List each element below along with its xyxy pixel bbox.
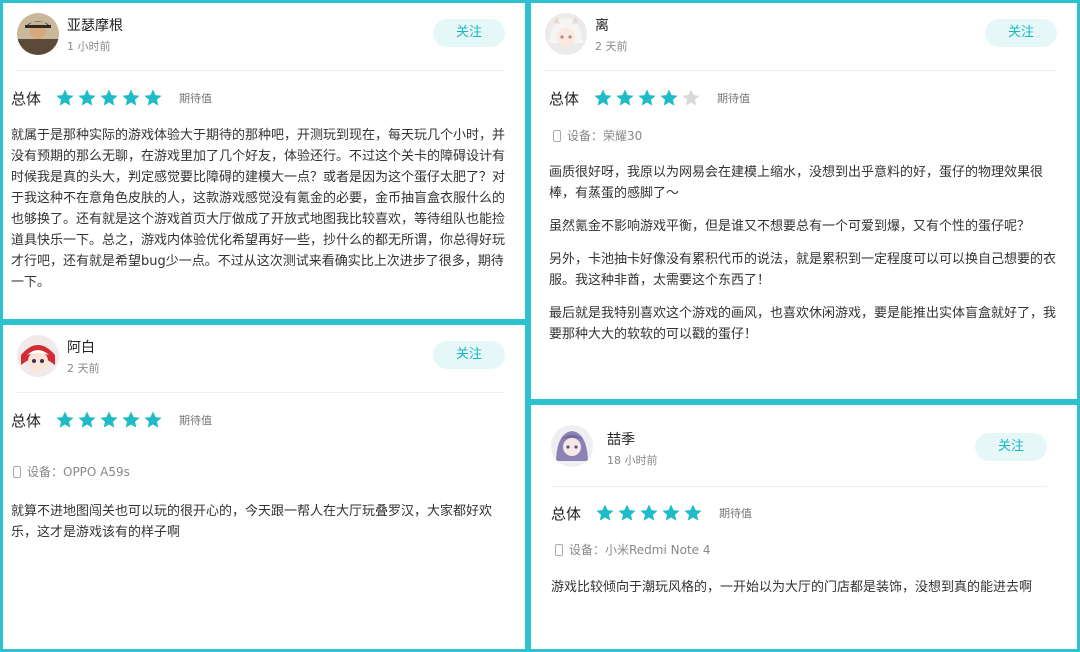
- avatar[interactable]: [17, 335, 59, 377]
- expectation-label: 期待值: [717, 92, 750, 105]
- review-paragraph: 虽然氪金不影响游戏平衡，但是谁又不想要总有一个可爱到爆，又有个性的蛋仔呢？: [549, 219, 1031, 234]
- star-filled-icon: [99, 410, 119, 430]
- rating-row: 总体 期待值: [11, 87, 212, 109]
- review-card: 亚瑟摩根 1 小时前 关注 总体 期待值 就属于是那种实际的游戏体验大于期待的那…: [3, 3, 525, 319]
- rating-label: 总体: [11, 89, 42, 108]
- star-rating: [55, 410, 165, 430]
- device-label: 设备：OPPO A59s: [27, 465, 130, 479]
- post-time: 2 天前: [595, 40, 628, 53]
- username[interactable]: 离: [595, 15, 609, 35]
- avatar[interactable]: [17, 13, 59, 55]
- divider: [543, 70, 1057, 71]
- star-filled-icon: [661, 503, 681, 523]
- star-filled-icon: [77, 410, 97, 430]
- star-filled-icon: [143, 88, 163, 108]
- rating-row: 总体 期待值: [551, 502, 752, 524]
- star-filled-icon: [659, 88, 679, 108]
- review-paragraph: 就属于是那种实际的游戏体验大于期待的那种吧，开测玩到现在，每天玩几个小时，并没有…: [11, 128, 506, 290]
- username[interactable]: 亚瑟摩根: [67, 15, 123, 35]
- device-label: 设备：荣耀30: [567, 129, 643, 143]
- follow-button[interactable]: 关注: [433, 341, 505, 369]
- phone-icon: [555, 543, 563, 556]
- review-paragraph: 游戏比较倾向于潮玩风格的，一开始以为大厅的门店都是装饰，没想到真的能进去啊: [551, 580, 1033, 595]
- rating-label: 总体: [551, 504, 582, 523]
- rating-row: 总体 期待值: [11, 409, 212, 431]
- post-time: 2 天前: [67, 362, 100, 375]
- review-paragraph: 就算不进地图闯关也可以玩的很开心的，今天跟一帮人在大厅玩叠罗汉，大家都好欢乐，这…: [11, 504, 493, 540]
- star-filled-icon: [121, 410, 141, 430]
- review-header: 亚瑟摩根 1 小时前 关注: [3, 3, 525, 71]
- star-filled-icon: [121, 88, 141, 108]
- divider: [551, 486, 1047, 487]
- star-filled-icon: [639, 503, 659, 523]
- star-empty-icon: [681, 88, 701, 108]
- review-text: 就算不进地图闯关也可以玩的很开心的，今天跟一帮人在大厅玩叠罗汉，大家都好欢乐，这…: [11, 501, 511, 555]
- star-filled-icon: [615, 88, 635, 108]
- expectation-label: 期待值: [179, 414, 212, 427]
- expectation-label: 期待值: [719, 507, 752, 520]
- avatar[interactable]: [551, 425, 593, 467]
- star-filled-icon: [593, 88, 613, 108]
- expectation-label: 期待值: [179, 92, 212, 105]
- avatar[interactable]: [545, 13, 587, 55]
- review-text: 游戏比较倾向于潮玩风格的，一开始以为大厅的门店都是装饰，没想到真的能进去啊: [551, 577, 1051, 610]
- follow-button[interactable]: 关注: [985, 19, 1057, 47]
- username[interactable]: 喆季: [607, 429, 635, 449]
- rating-row: 总体 期待值: [549, 87, 750, 109]
- review-text: 画质很好呀，我原以为网易会在建模上缩水，没想到出乎意料的好，蛋仔的物理效果很棒，…: [549, 162, 1063, 357]
- star-rating: [595, 503, 705, 523]
- phone-icon: [13, 465, 21, 478]
- phone-icon: [553, 129, 561, 142]
- review-paragraph: 另外，卡池抽卡好像没有累积代币的说法，就是累积到一定程度可以可以换自己想要的衣服…: [549, 252, 1057, 288]
- star-rating: [55, 88, 165, 108]
- star-filled-icon: [683, 503, 703, 523]
- star-rating: [593, 88, 703, 108]
- review-paragraph: 画质很好呀，我原以为网易会在建模上缩水，没想到出乎意料的好，蛋仔的物理效果很棒，…: [549, 165, 1044, 201]
- post-time: 18 小时前: [607, 454, 658, 467]
- divider: [15, 392, 505, 393]
- username[interactable]: 阿白: [67, 337, 95, 357]
- star-filled-icon: [99, 88, 119, 108]
- star-filled-icon: [637, 88, 657, 108]
- review-card: 喆季 18 小时前 关注 总体 期待值 设备：小米Redmi Note 4 游戏…: [531, 405, 1077, 649]
- rating-label: 总体: [549, 89, 580, 108]
- star-filled-icon: [595, 503, 615, 523]
- star-filled-icon: [55, 410, 75, 430]
- follow-button[interactable]: 关注: [975, 433, 1047, 461]
- post-time: 1 小时前: [67, 40, 111, 53]
- rating-label: 总体: [11, 411, 42, 430]
- review-card: 阿白 2 天前 关注 总体 期待值 设备：OPPO A59s 就算不进地图闯关也…: [3, 325, 525, 649]
- review-paragraph: 最后就是我特别喜欢这个游戏的画风，也喜欢休闲游戏，要是能推出实体盲盒就好了，我要…: [549, 306, 1057, 342]
- device-label: 设备：小米Redmi Note 4: [569, 543, 711, 557]
- review-header: 喆季 18 小时前 关注: [531, 405, 1077, 487]
- star-filled-icon: [143, 410, 163, 430]
- review-header: 阿白 2 天前 关注: [3, 325, 525, 393]
- review-text: 就属于是那种实际的游戏体验大于期待的那种吧，开测玩到现在，每天玩几个小时，并没有…: [11, 125, 511, 305]
- review-header: 离 2 天前 关注: [531, 3, 1077, 71]
- device-info: 设备：OPPO A59s: [13, 463, 130, 480]
- follow-button[interactable]: 关注: [433, 19, 505, 47]
- review-card: 离 2 天前 关注 总体 期待值 设备：荣耀30 画质很好呀，我原以为网易会在建…: [531, 3, 1077, 399]
- device-info: 设备：小米Redmi Note 4: [555, 541, 711, 558]
- divider: [15, 70, 505, 71]
- star-filled-icon: [77, 88, 97, 108]
- device-info: 设备：荣耀30: [553, 127, 642, 144]
- star-filled-icon: [617, 503, 637, 523]
- star-filled-icon: [55, 88, 75, 108]
